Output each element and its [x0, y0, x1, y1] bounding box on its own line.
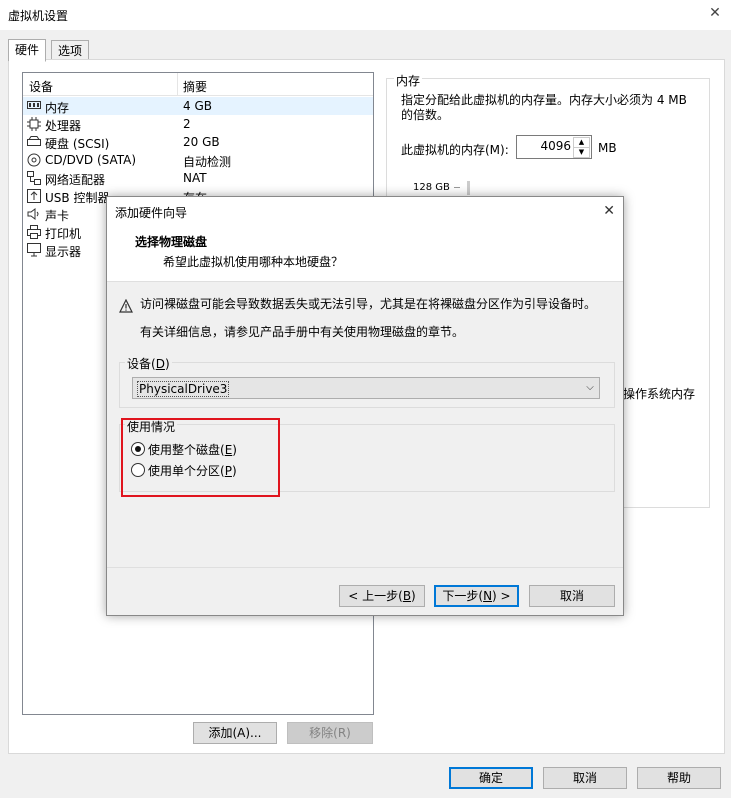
column-header-summary[interactable]: 摘要 [183, 78, 207, 95]
dialog-cancel-button[interactable]: 取消 [529, 585, 615, 607]
network-icon [27, 171, 41, 185]
dialog-close-icon[interactable]: ✕ [603, 203, 615, 219]
dialog-heading: 选择物理磁盘 [135, 235, 208, 249]
device-name: 内存 [45, 101, 70, 115]
add-hardware-dialog: 添加硬件向导 ✕ 选择物理磁盘 希望此虚拟机使用哪种本地硬盘？ 访问裸磁盘可能会… [106, 196, 624, 616]
device-name: 网络适配器 [45, 173, 106, 187]
device-name: 硬盘 (SCSI) [45, 137, 110, 151]
memory-value: 4096 [540, 139, 571, 153]
dialog-titlebar: 添加硬件向导 ✕ [107, 197, 623, 225]
device-name: 声卡 [45, 209, 70, 223]
help-button[interactable]: 帮助 [637, 767, 721, 789]
info-text: 有关详细信息，请参见产品手册中有关使用物理磁盘的章节。 [140, 325, 465, 339]
cd-icon [27, 153, 41, 167]
usb-icon [27, 189, 41, 203]
device-summary: 20 GB [183, 135, 220, 149]
ok-button[interactable]: 确定 [449, 767, 533, 789]
dialog-subheading: 希望此虚拟机使用哪种本地硬盘？ [163, 255, 344, 269]
memory-unit: MB [598, 141, 617, 155]
tab-hardware-label: 硬件 [15, 43, 40, 57]
list-header: 设备 摘要 [23, 73, 373, 96]
cpu-icon [27, 117, 41, 131]
device-summary: 自动检测 [183, 155, 232, 169]
device-summary: 2 [183, 117, 191, 131]
device-select-value: PhysicalDrive3 [137, 381, 230, 397]
device-row[interactable]: 硬盘 (SCSI) 20 GB [23, 133, 373, 151]
remove-button[interactable]: 移除(R) [287, 722, 373, 744]
speaker-icon [27, 207, 41, 220]
chevron-down-icon[interactable]: ⌵ [581, 378, 599, 398]
device-name: CD/DVD (SATA) [45, 153, 137, 167]
device-row[interactable]: CD/DVD (SATA) 自动检测 [23, 151, 373, 169]
memory-max-label: 128 GB [413, 182, 450, 193]
window-titlebar: 虚拟机设置 ✕ [0, 0, 731, 30]
memory-icon [27, 99, 41, 112]
highlight-box [121, 418, 280, 497]
dialog-header: 选择物理磁盘 希望此虚拟机使用哪种本地硬盘？ [107, 225, 623, 282]
device-name: 显示器 [45, 245, 82, 259]
device-name: USB 控制器 [45, 191, 110, 205]
column-header-device[interactable]: 设备 [29, 78, 53, 95]
back-button[interactable]: < 上一步(B) [339, 585, 425, 607]
memory-group-label: 内存 [394, 72, 423, 89]
memory-slider[interactable] [467, 181, 470, 195]
tab-options-label: 选项 [58, 44, 83, 58]
cancel-button[interactable]: 取消 [543, 767, 627, 789]
device-name: 处理器 [45, 119, 82, 133]
dialog-title: 添加硬件向导 [115, 206, 188, 220]
device-name: 打印机 [45, 227, 82, 241]
memory-input[interactable]: 4096 ▲ ▼ [516, 135, 592, 159]
device-row[interactable]: 网络适配器 NAT [23, 169, 373, 187]
close-icon[interactable]: ✕ [707, 5, 723, 21]
next-button[interactable]: 下一步(N) > [434, 585, 519, 607]
tab-hardware[interactable]: 硬件 [8, 39, 47, 62]
slider-tick [454, 187, 460, 188]
dialog-footer-divider [107, 567, 623, 568]
device-summary: NAT [183, 171, 207, 185]
warning-icon [119, 299, 133, 313]
column-divider[interactable] [177, 73, 178, 95]
add-button[interactable]: 添加(A)... [193, 722, 277, 744]
device-row[interactable]: 内存 4 GB [23, 97, 373, 115]
monitor-icon [27, 243, 41, 257]
device-group-label: 设备(D) [125, 355, 172, 372]
memory-description: 指定分配给此虚拟机的内存量。内存大小必须为 4 MB 的倍数。 [401, 93, 687, 122]
harddisk-icon [27, 135, 41, 148]
device-row[interactable]: 处理器 2 [23, 115, 373, 133]
device-summary: 4 GB [183, 99, 212, 113]
warning-text: 访问裸磁盘可能会导致数据丢失或无法引导，尤其是在将裸磁盘分区作为引导设备时。 [140, 297, 597, 311]
printer-icon [27, 225, 41, 239]
memory-field-label: 此虚拟机的内存(M): [401, 143, 509, 157]
window-title: 虚拟机设置 [8, 9, 69, 23]
spin-down-icon[interactable]: ▼ [573, 147, 590, 158]
device-select[interactable]: PhysicalDrive3 ⌵ [132, 377, 600, 399]
memory-note-text: 操作系统内存 [623, 387, 696, 401]
